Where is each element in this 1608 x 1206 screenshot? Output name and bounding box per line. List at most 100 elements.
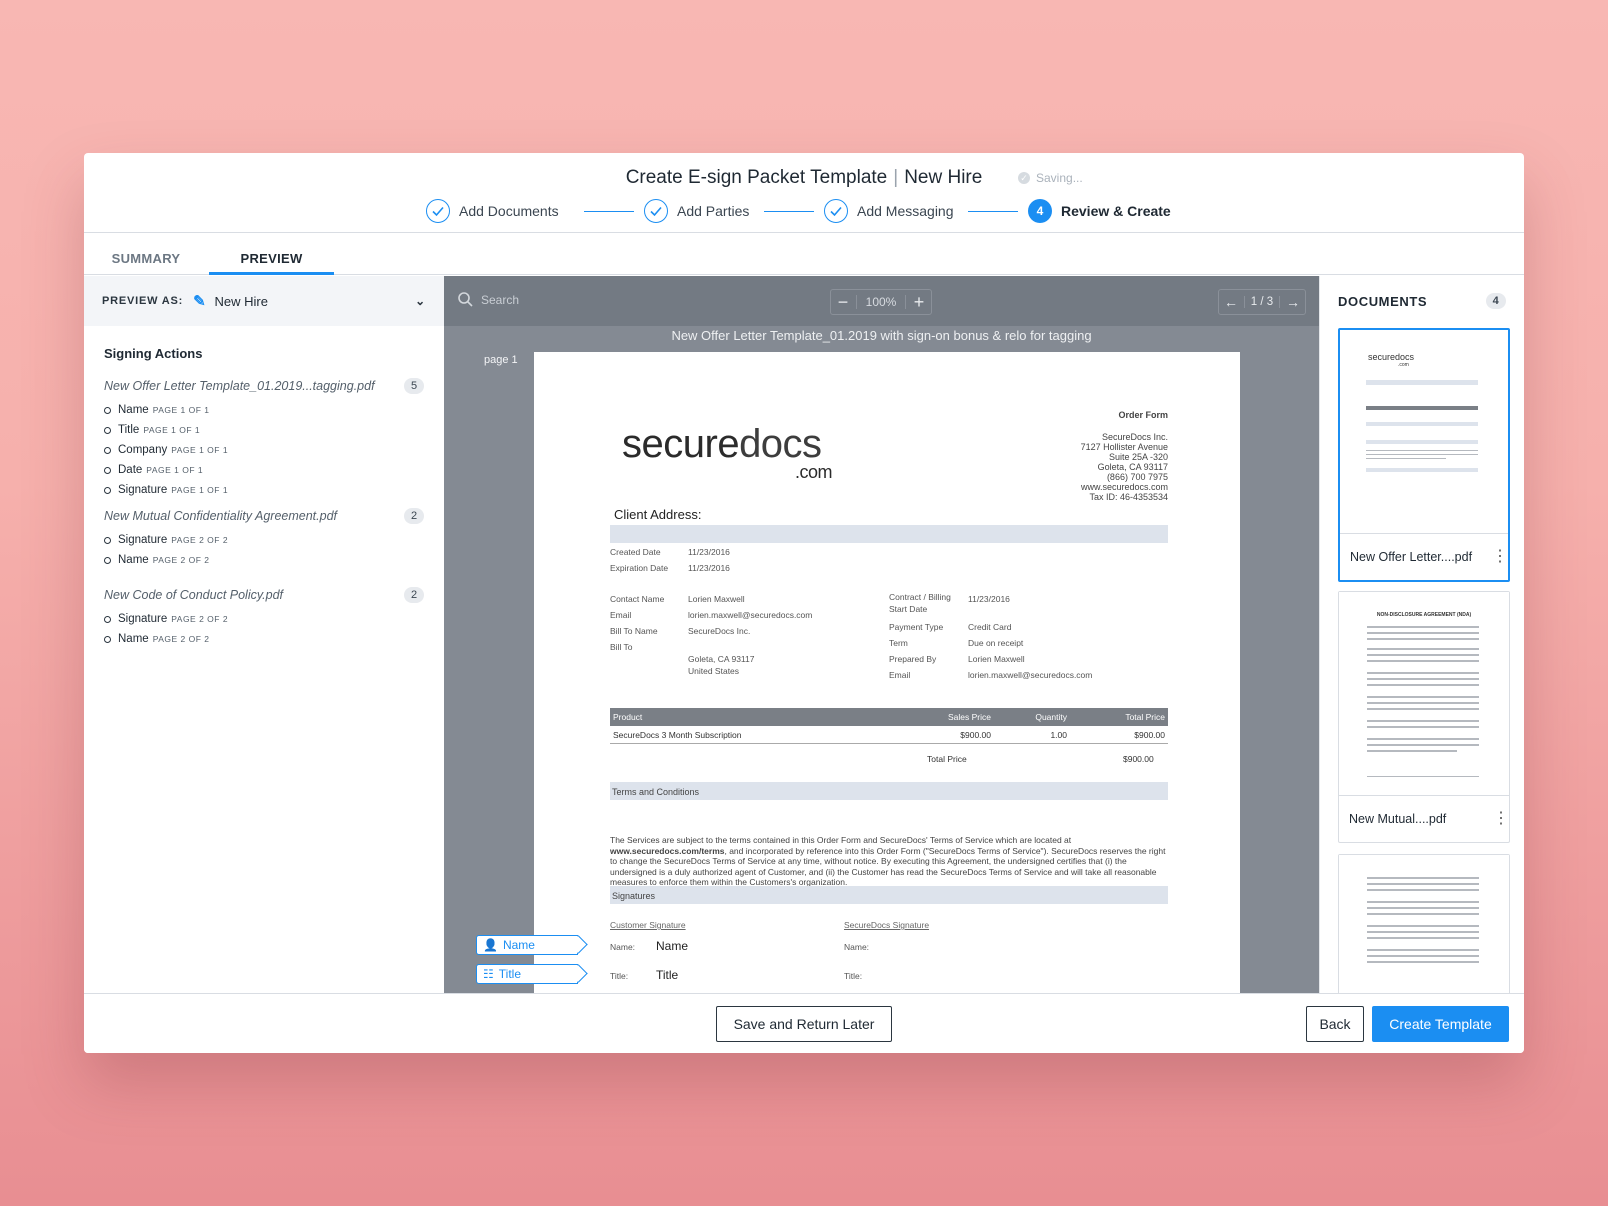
document-card[interactable]: NON-DISCLOSURE AGREEMENT (NDA) New Mutua… <box>1338 591 1510 843</box>
term-label: Term <box>889 638 908 648</box>
created-date-label: Created Date <box>610 547 661 557</box>
count-badge: 2 <box>404 587 424 603</box>
signing-action-item[interactable]: Signature PAGE 2 OF 2 <box>104 609 424 629</box>
signing-action-item[interactable]: Name PAGE 2 OF 2 <box>104 550 424 570</box>
chevron-down-icon: ⌄ <box>415 294 426 308</box>
signatures-heading: Signatures <box>610 886 1168 904</box>
document-name: New Mutual....pdf <box>1349 812 1447 826</box>
document-card[interactable]: securedocs .com New Offer Letter....pdf ⋮ <box>1338 328 1510 582</box>
bill-to-country: United States <box>688 666 740 676</box>
column-header: Product <box>613 712 643 722</box>
document-viewer: Search − 100% + ← 1 / 3 → New Offer Lett… <box>444 276 1319 993</box>
action-page: PAGE 1 OF 1 <box>143 425 201 435</box>
title-separator: | <box>893 167 899 188</box>
product-table: Product Sales Price Quantity Total Price… <box>610 708 1168 744</box>
signing-group-file[interactable]: New Code of Conduct Policy.pdf 2 <box>104 587 424 603</box>
search-input[interactable]: Search <box>458 292 519 307</box>
company-line: (866) 700 7975 <box>1106 472 1168 482</box>
count-badge: 2 <box>404 508 424 524</box>
logo-text: secure <box>622 422 740 466</box>
signing-action-item[interactable]: Name PAGE 1 OF 1 <box>104 400 424 420</box>
more-options-icon[interactable]: ⋮ <box>1493 811 1509 827</box>
page-indicator: 1 / 3 <box>1243 296 1281 308</box>
title-subtitle: New Hire <box>904 167 983 188</box>
page-navigator: ← 1 / 3 → <box>1218 289 1306 315</box>
company-line: Goleta, CA 93117 <box>1097 462 1168 472</box>
signing-action-item[interactable]: Title PAGE 1 OF 1 <box>104 420 424 440</box>
action-name: Signature <box>118 613 168 625</box>
bullet-icon <box>104 486 111 494</box>
contract-label: Contract / Billing Start Date <box>889 591 951 615</box>
step-add-messaging[interactable]: Add Messaging <box>824 199 954 223</box>
name-label: Name: <box>610 942 636 952</box>
tag-label: Name <box>502 938 535 952</box>
next-page-button[interactable]: → <box>1281 294 1305 310</box>
bullet-icon <box>104 615 111 623</box>
signing-group: New Offer Letter Template_01.2019...tagg… <box>104 378 424 500</box>
company-line: SecureDocs Inc. <box>1101 432 1168 442</box>
email-value: lorien.maxwell@securedocs.com <box>968 670 1093 680</box>
zoom-in-button[interactable]: + <box>907 292 931 313</box>
bill-to-label: Bill To <box>610 642 633 652</box>
payment-type-value: Credit Card <box>968 622 1012 632</box>
document-title: New Offer Letter Template_01.2019 with s… <box>671 328 1092 343</box>
step-label: Add Messaging <box>857 203 954 219</box>
action-name: Signature <box>118 484 168 496</box>
signing-action-item[interactable]: Company PAGE 1 OF 1 <box>104 440 424 460</box>
title-label: Title: <box>610 971 629 981</box>
contract-value: 11/23/2016 <box>968 594 1010 604</box>
bullet-icon <box>104 426 111 434</box>
create-template-button[interactable]: Create Template <box>1372 1006 1509 1042</box>
action-name: Title <box>118 424 140 436</box>
preview-as-value: New Hire <box>214 293 268 309</box>
terms-link[interactable]: www.securedocs.com/terms <box>610 846 724 856</box>
signing-action-item[interactable]: Signature PAGE 2 OF 2 <box>104 530 424 550</box>
column-header: Sales Price <box>948 712 991 722</box>
step-review-create[interactable]: 4 Review & Create <box>1028 199 1171 223</box>
email-label: Email <box>889 670 911 680</box>
tab-summary[interactable]: SUMMARY <box>84 233 208 275</box>
tab-preview[interactable]: PREVIEW <box>209 233 334 275</box>
signing-group-file[interactable]: New Mutual Confidentiality Agreement.pdf… <box>104 508 424 524</box>
client-address-label: Client Address: <box>614 507 702 522</box>
count-badge: 4 <box>1486 293 1506 309</box>
thumbnail-logo: securedocs .com <box>1368 352 1414 368</box>
title-field[interactable]: Title <box>656 968 678 982</box>
thumbnail-heading: NON-DISCLOSURE AGREEMENT (NDA) <box>1376 612 1472 618</box>
name-field-tag[interactable]: 👤 Name <box>476 935 578 955</box>
name-field[interactable]: Name <box>656 939 688 953</box>
save-and-return-later-button[interactable]: Save and Return Later <box>716 1006 892 1042</box>
signing-action-item[interactable]: Name PAGE 2 OF 2 <box>104 629 424 649</box>
bullet-icon <box>104 556 111 564</box>
signing-action-item[interactable]: Date PAGE 1 OF 1 <box>104 460 424 480</box>
signing-group-file[interactable]: New Offer Letter Template_01.2019...tagg… <box>104 378 424 394</box>
signing-group: New Mutual Confidentiality Agreement.pdf… <box>104 508 424 570</box>
table-cell: 1.00 <box>1050 729 1067 740</box>
back-button[interactable]: Back <box>1306 1006 1364 1042</box>
zoom-out-button[interactable]: − <box>831 292 855 313</box>
email-label: Email <box>610 610 632 620</box>
step-label: Review & Create <box>1061 203 1171 219</box>
document-card[interactable] <box>1338 854 1510 993</box>
bullet-icon <box>104 446 111 454</box>
prev-page-button[interactable]: ← <box>1219 294 1243 310</box>
preview-as-label: PREVIEW AS: <box>102 295 184 307</box>
title-field-tag[interactable]: ☷ Title <box>476 964 578 984</box>
more-options-icon[interactable]: ⋮ <box>1492 549 1508 565</box>
documents-header: DOCUMENTS 4 <box>1338 293 1506 309</box>
file-name: New Mutual Confidentiality Agreement.pdf <box>104 509 337 523</box>
signing-action-item[interactable]: Signature PAGE 1 OF 1 <box>104 480 424 500</box>
person-icon: 👤 <box>483 938 498 952</box>
company-line: 7127 Hollister Avenue <box>1080 442 1168 452</box>
preview-as-select[interactable]: PREVIEW AS: ✎ New Hire ⌄ <box>84 276 444 326</box>
documents-panel: DOCUMENTS 4 securedocs .com New Offer Let… <box>1319 276 1524 993</box>
step-add-documents[interactable]: Add Documents <box>426 199 559 223</box>
step-add-parties[interactable]: Add Parties <box>644 199 749 223</box>
contact-name-label: Contact Name <box>610 594 665 604</box>
bill-to-name-label: Bill To Name <box>610 626 658 636</box>
title-label: Title: <box>844 971 863 981</box>
action-name: Name <box>118 633 149 645</box>
document-thumbnail <box>1339 855 1509 993</box>
bill-to-name-value: SecureDocs Inc. <box>688 626 751 636</box>
document-card-footer: New Mutual....pdf ⋮ <box>1339 796 1509 842</box>
